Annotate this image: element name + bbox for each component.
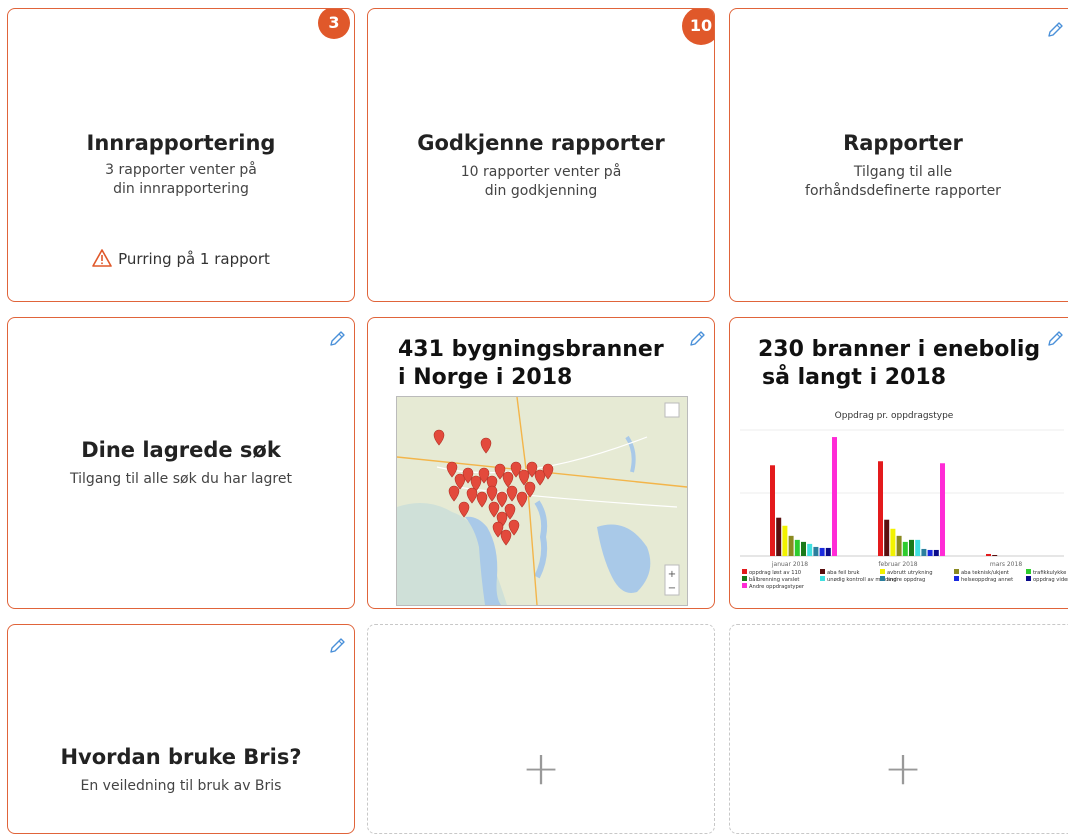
legend-swatch: [742, 569, 747, 574]
tile-headline: 230 branner i enebolig så langt i 2018: [758, 337, 1041, 390]
x-tick-label: mars 2018: [990, 561, 1022, 568]
bar: [909, 539, 914, 556]
legend-label: oppdrag løst av 110: [749, 570, 801, 576]
legend-swatch: [1026, 576, 1031, 581]
bar: [921, 548, 927, 556]
tile-title: Rapporter: [843, 131, 963, 155]
svg-text:+: +: [668, 569, 676, 580]
bar: [902, 541, 908, 556]
legend-label: oppdrag viderevarslet andre: [1033, 577, 1068, 583]
legend-swatch: [742, 576, 747, 581]
bar: [940, 463, 945, 556]
pencil-icon[interactable]: [328, 637, 346, 655]
bar: [807, 543, 813, 556]
fire-map[interactable]: + −: [396, 396, 688, 606]
bygningsbranner-tile[interactable]: 431 bygningsbranner i Norge i 2018 + −: [367, 317, 715, 609]
add-tile-button[interactable]: +: [729, 624, 1068, 834]
tile-subtitle: Tilgang til alle forhåndsdefinerte rappo…: [805, 164, 1001, 199]
map-graphic: + −: [397, 397, 687, 605]
bar: [896, 535, 902, 556]
bar: [813, 546, 819, 556]
legend-swatch: [880, 576, 885, 581]
legend-label: trafikkulykke: [1033, 570, 1066, 576]
legend-label: aba feil bruk: [827, 570, 860, 576]
godkjenne-rapporter-tile[interactable]: 10 Godkjenne rapporter 10 rapporter vent…: [367, 8, 715, 302]
innrapportering-tile[interactable]: 3 Innrapportering 3 rapporter venter på …: [7, 8, 355, 302]
pencil-icon[interactable]: [328, 330, 346, 348]
svg-text:−: −: [668, 583, 676, 594]
pending-count-badge: 3: [318, 9, 350, 39]
tile-title: Hvordan bruke Bris?: [60, 745, 302, 769]
legend-label: Andre oppdragstyper: [749, 584, 805, 590]
bar: [927, 549, 933, 556]
tile-title: Innrapportering: [86, 131, 276, 155]
bar: [819, 547, 825, 556]
bris-guide-tile[interactable]: Hvordan bruke Bris? En veiledning til br…: [7, 624, 355, 834]
tile-subtitle: 3 rapporter venter på din innrapporterin…: [105, 162, 257, 197]
legend-label: aba teknisk/ukjent: [961, 570, 1009, 576]
tile-headline: 431 bygningsbranner i Norge i 2018: [398, 337, 664, 390]
bar: [825, 547, 831, 556]
legend-swatch: [954, 576, 959, 581]
plus-icon: +: [883, 741, 923, 795]
bar: [884, 519, 890, 556]
legend-label: avbrutt utrykning: [887, 570, 933, 576]
reminder-warning[interactable]: Purring på 1 rapport: [8, 249, 354, 268]
chart-title: Oppdrag pr. oppdragstype: [835, 411, 954, 421]
bar: [801, 541, 806, 556]
add-tile-button[interactable]: +: [367, 624, 715, 834]
bar: [915, 539, 921, 556]
legend-swatch: [742, 583, 747, 588]
plus-icon: +: [521, 741, 561, 795]
oppdrag-chart[interactable]: Oppdrag pr. oppdragstype januar 2018 febru…: [734, 404, 1068, 604]
tile-title: Godkjenne rapporter: [417, 131, 665, 155]
legend-label: helseoppdrag annet: [961, 577, 1013, 583]
lagrede-sok-tile[interactable]: Dine lagrede søk Tilgang til alle søk du…: [7, 317, 355, 609]
bar: [986, 553, 991, 556]
tile-subtitle: En veiledning til bruk av Bris: [80, 778, 282, 794]
bar: [782, 525, 788, 556]
warning-triangle-icon: [92, 249, 112, 267]
legend-swatch: [820, 569, 825, 574]
bar: [890, 528, 896, 556]
legend-label: unødig kontroll av melding: [827, 577, 896, 583]
legend-swatch: [820, 576, 825, 581]
bar: [832, 437, 837, 556]
enebolig-tile[interactable]: 230 branner i enebolig så langt i 2018 O…: [729, 317, 1068, 609]
bar: [878, 461, 883, 556]
pencil-icon[interactable]: [1046, 330, 1064, 348]
pencil-icon[interactable]: [1046, 21, 1064, 39]
legend-swatch: [954, 569, 959, 574]
legend-label: andre oppdrag: [887, 577, 925, 583]
bar: [776, 517, 782, 556]
bar: [788, 535, 794, 556]
legend-label: bålbrenning varslet: [749, 576, 799, 583]
legend-swatch: [880, 569, 885, 574]
pencil-icon[interactable]: [688, 330, 706, 348]
bar: [770, 465, 775, 556]
bar: [794, 539, 800, 556]
pending-approval-badge: 10: [682, 9, 714, 45]
bar-chart: Oppdrag pr. oppdragstype januar 2018 febru…: [740, 411, 1068, 590]
legend-swatch: [1026, 569, 1031, 574]
x-tick-label: februar 2018: [878, 561, 917, 568]
tile-subtitle: Tilgang til alle søk du har lagret: [70, 471, 292, 487]
bar: [992, 554, 998, 556]
rapporter-tile[interactable]: Rapporter Tilgang til alle forhåndsdefin…: [729, 8, 1068, 302]
bar: [933, 549, 939, 556]
tile-subtitle: 10 rapporter venter på din godkjenning: [460, 164, 622, 199]
x-tick-label: januar 2018: [771, 561, 808, 568]
tile-title: Dine lagrede søk: [81, 438, 281, 462]
